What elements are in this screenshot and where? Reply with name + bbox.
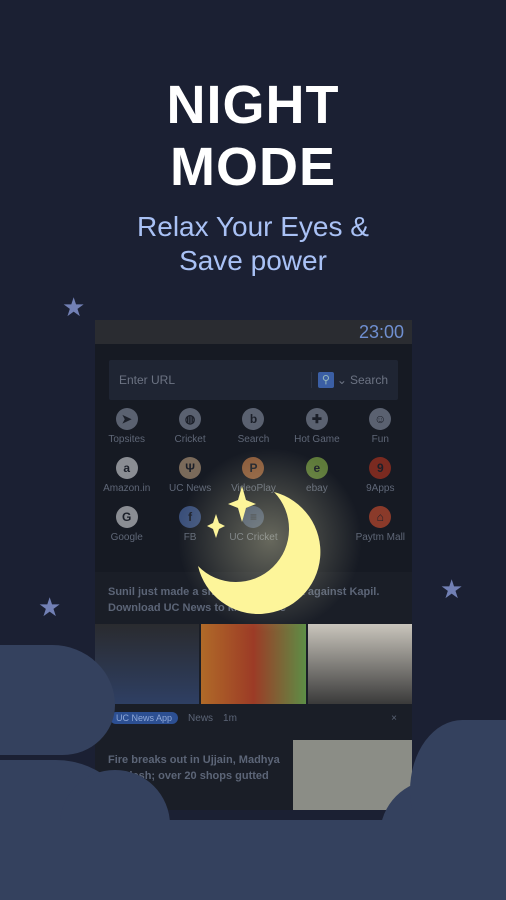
url-input[interactable]: Enter URL	[119, 373, 311, 387]
search-icon: ⚲	[317, 372, 334, 388]
moon-icon	[198, 486, 321, 614]
cloud-base	[0, 820, 506, 900]
shortcut-label: Fun	[371, 434, 389, 445]
shortcut-label: Amazon.in	[103, 483, 151, 494]
source-badge: UC News App	[110, 712, 179, 724]
search-engine-button[interactable]: ⚲ ⌄ Search	[310, 372, 388, 388]
hero: NIGHT MODE Relax Your Eyes & Save power	[0, 74, 506, 278]
news-image	[307, 624, 412, 704]
G-icon: G	[115, 506, 138, 528]
bing-icon: b	[242, 408, 265, 430]
shortcut-fun[interactable]: ☺ Fun	[349, 408, 412, 445]
9-icon: 9	[369, 457, 392, 479]
close-icon[interactable]: ×	[391, 713, 397, 724]
status-time: 23:00	[95, 320, 412, 344]
news-age: 1m	[223, 712, 237, 724]
shortcut-amazon-in[interactable]: a Amazon.in	[95, 457, 158, 494]
smiley-icon: ☺	[369, 408, 392, 430]
compass-icon: ➤	[115, 408, 138, 430]
shortcut-label: Cricket	[174, 434, 206, 445]
chevron-down-icon: ⌄	[336, 373, 347, 387]
shortcut-label: Topsites	[108, 434, 146, 445]
shortcut-cricket[interactable]: ◍ Cricket	[158, 408, 221, 445]
star-icon: ★	[62, 292, 86, 322]
search-label: Search	[349, 373, 388, 387]
cricket-ball-icon: ◍	[179, 408, 202, 430]
gamepad-icon: ✚	[305, 408, 328, 430]
a-icon: a	[115, 457, 138, 479]
shortcut-label: Google	[110, 532, 143, 543]
news-category: News	[188, 712, 214, 724]
shortcut-topsites[interactable]: ➤ Topsites	[95, 408, 158, 445]
shortcut-9apps[interactable]: 9 9Apps	[349, 457, 412, 494]
shortcut-google[interactable]: G Google	[95, 506, 158, 543]
title-line-1: NIGHT	[166, 75, 340, 135]
title-line-2: MODE	[170, 137, 336, 197]
url-bar[interactable]: Enter URL ⚲ ⌄ Search	[109, 360, 398, 400]
star-icon: ★	[38, 592, 62, 622]
shortcut-hot-game[interactable]: ✚ Hot Game	[285, 408, 348, 445]
star-icon: ★	[440, 574, 464, 604]
subtitle-line-1: Relax Your Eyes &	[137, 211, 369, 242]
subtitle-line-2: Save power	[179, 245, 327, 276]
bag-icon: ⌂	[369, 506, 392, 528]
